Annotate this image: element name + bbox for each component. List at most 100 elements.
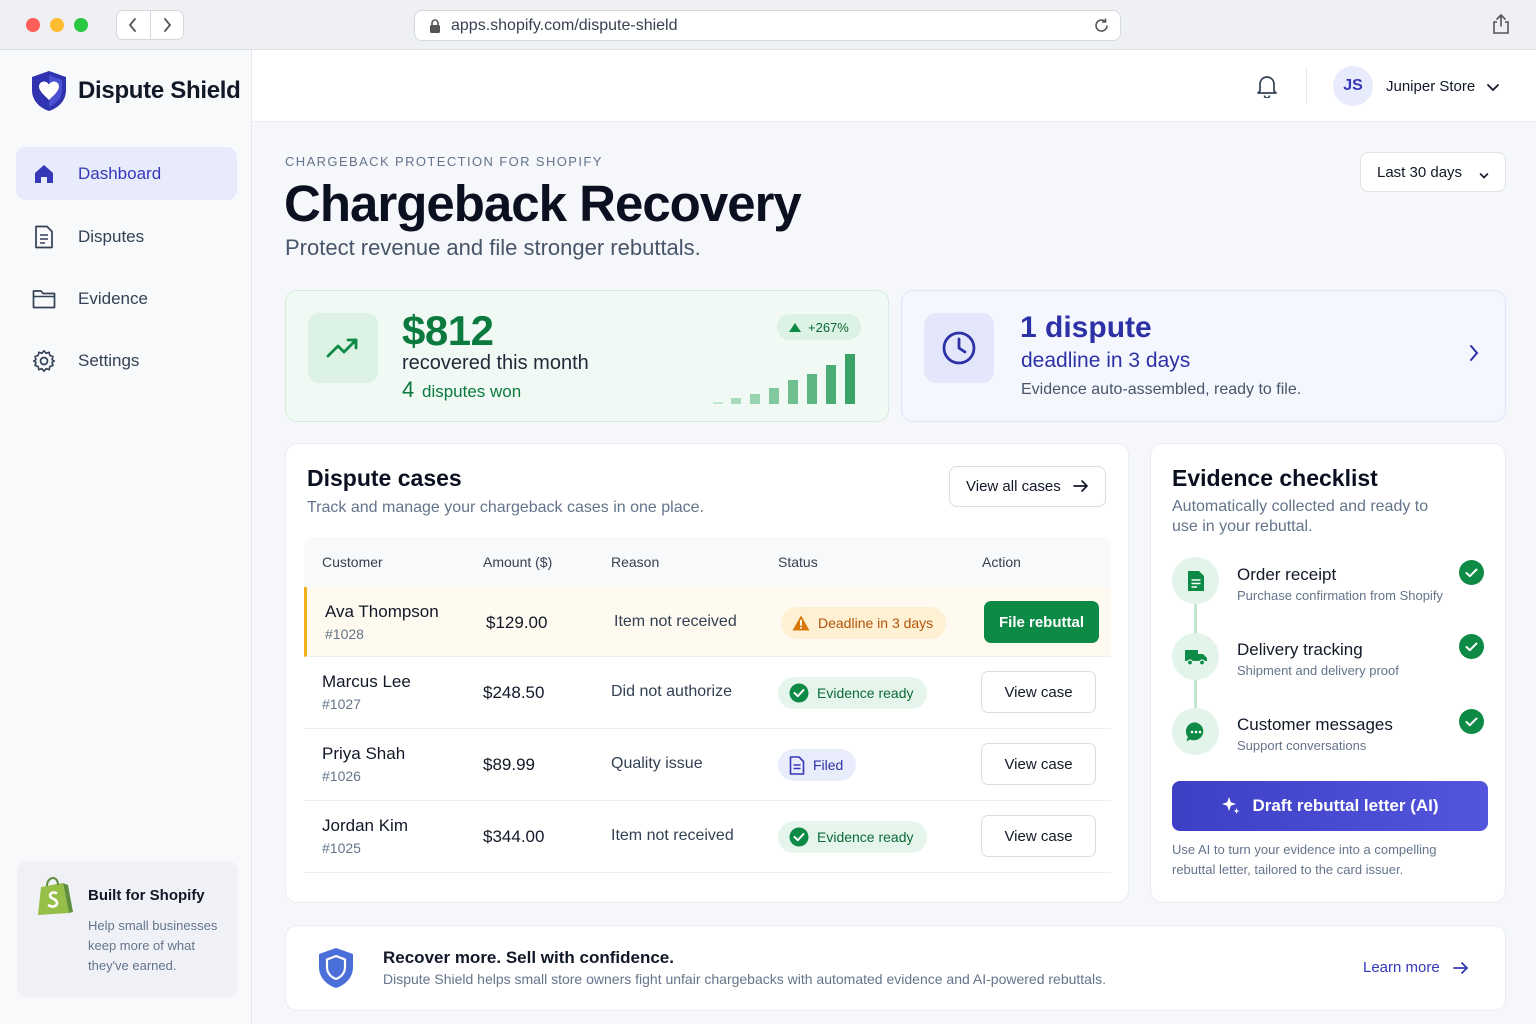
customer-name: Ava Thompson bbox=[325, 602, 439, 621]
file-rebuttal-button[interactable]: File rebuttal bbox=[984, 601, 1099, 643]
page-eyebrow: CHARGEBACK PROTECTION FOR SHOPIFY bbox=[285, 154, 603, 169]
browser-chrome: apps.shopify.com/dispute-shield bbox=[0, 0, 1536, 50]
column-header: Customer bbox=[322, 554, 383, 570]
sidebar-item-disputes[interactable]: Disputes bbox=[16, 210, 237, 263]
reason: Did not authorize bbox=[611, 683, 732, 700]
shopify-promo-card: Built for Shopify Help small businesses … bbox=[17, 861, 238, 997]
table-row[interactable]: Marcus Lee #1027 $248.50 Did not authori… bbox=[304, 657, 1111, 729]
store-name[interactable]: Juniper Store bbox=[1386, 78, 1475, 95]
timeline-connector bbox=[1194, 604, 1197, 634]
learn-more-label: Learn more bbox=[1363, 959, 1440, 976]
status-badge: Evidence ready bbox=[778, 677, 927, 709]
order-id: #1028 bbox=[325, 626, 364, 642]
sidebar-item-label: Disputes bbox=[78, 226, 145, 246]
date-range-select[interactable]: Last 30 days bbox=[1360, 152, 1506, 192]
sidebar: Dispute Shield Dashboard Disputes Eviden… bbox=[0, 50, 252, 1024]
banner-description: Dispute Shield helps small store owners … bbox=[383, 971, 1106, 987]
status-text: Filed bbox=[813, 757, 844, 773]
home-icon bbox=[32, 162, 56, 186]
chevron-right-icon[interactable] bbox=[1468, 343, 1480, 368]
dispute-cases-card: Dispute cases Track and manage your char… bbox=[285, 443, 1129, 903]
deadline-note: Evidence auto-assembled, ready to file. bbox=[1021, 381, 1302, 398]
page-title: Chargeback Recovery bbox=[284, 175, 802, 232]
checklist-item-title: Order receipt bbox=[1237, 565, 1337, 584]
order-id: #1027 bbox=[322, 696, 361, 712]
recovered-amount: $812 bbox=[402, 307, 494, 354]
reload-icon[interactable] bbox=[1093, 17, 1110, 39]
status-text: Evidence ready bbox=[817, 829, 914, 845]
check-icon bbox=[1459, 709, 1484, 734]
arrow-right-icon bbox=[1452, 961, 1469, 975]
info-banner: Recover more. Sell with confidence. Disp… bbox=[285, 925, 1506, 1011]
share-icon[interactable] bbox=[1492, 13, 1510, 40]
folder-icon bbox=[32, 287, 56, 311]
date-range-value: Last 30 days bbox=[1377, 163, 1463, 181]
trend-up-icon bbox=[308, 313, 378, 383]
brand-name: Dispute Shield bbox=[78, 77, 241, 104]
sidebar-item-evidence[interactable]: Evidence bbox=[16, 272, 237, 325]
banner-title: Recover more. Sell with confidence. bbox=[383, 948, 674, 967]
status-badge: Evidence ready bbox=[778, 821, 927, 853]
bell-icon[interactable] bbox=[1256, 74, 1278, 103]
checklist-item-desc: Shipment and delivery proof bbox=[1237, 663, 1399, 678]
cases-subtitle: Track and manage your chargeback cases i… bbox=[307, 499, 704, 516]
deadline-stat-card[interactable]: 1 dispute deadline in 3 days Evidence au… bbox=[901, 290, 1506, 422]
reason: Item not received bbox=[611, 827, 734, 844]
view-case-button[interactable]: View case bbox=[981, 743, 1096, 785]
view-case-button[interactable]: View case bbox=[981, 815, 1096, 857]
won-count: 4 bbox=[402, 377, 415, 402]
check-circle-icon bbox=[789, 683, 809, 703]
back-icon[interactable] bbox=[117, 11, 151, 39]
chevron-down-icon bbox=[1479, 167, 1489, 184]
table-row[interactable]: Jordan Kim #1025 $344.00 Item not receiv… bbox=[304, 801, 1111, 873]
url-text: apps.shopify.com/dispute-shield bbox=[451, 16, 678, 34]
checklist-subtitle: Automatically collected and ready to use… bbox=[1172, 498, 1429, 535]
amount: $248.50 bbox=[483, 683, 545, 702]
checklist-item-title: Delivery tracking bbox=[1237, 640, 1363, 659]
minimize-window-button[interactable] bbox=[50, 18, 64, 32]
sidebar-item-settings[interactable]: Settings bbox=[16, 334, 237, 387]
file-icon bbox=[789, 755, 805, 775]
recovered-label: recovered this month bbox=[402, 352, 589, 374]
brand-logo[interactable]: Dispute Shield bbox=[30, 70, 241, 112]
view-all-cases-button[interactable]: View all cases bbox=[949, 466, 1106, 507]
learn-more-link[interactable]: Learn more bbox=[1363, 959, 1469, 976]
chevron-down-icon[interactable] bbox=[1486, 80, 1500, 98]
promo-body: Help small businesses keep more of what … bbox=[88, 918, 218, 973]
table-row[interactable]: Priya Shah #1026 $89.99 Quality issue Fi… bbox=[304, 729, 1111, 801]
close-window-button[interactable] bbox=[26, 18, 40, 32]
amount: $129.00 bbox=[486, 613, 548, 632]
recovered-stat-card: $812 recovered this month 4 disputes won… bbox=[285, 290, 889, 422]
won-label: disputes won bbox=[421, 382, 522, 401]
sidebar-item-label: Dashboard bbox=[78, 163, 162, 183]
order-id: #1026 bbox=[322, 768, 361, 784]
reason: Item not received bbox=[614, 613, 737, 630]
shield-icon bbox=[316, 946, 356, 995]
customer-name: Marcus Lee bbox=[322, 672, 411, 691]
forward-icon[interactable] bbox=[151, 11, 184, 39]
table-header: Customer Amount ($) Reason Status Action bbox=[304, 537, 1111, 587]
table-row[interactable]: Ava Thompson #1028 $129.00 Item not rece… bbox=[304, 587, 1111, 657]
clock-icon bbox=[924, 313, 994, 383]
address-bar[interactable]: apps.shopify.com/dispute-shield bbox=[414, 10, 1121, 41]
column-header: Amount ($) bbox=[483, 554, 553, 570]
view-case-button[interactable]: View case bbox=[981, 671, 1096, 713]
cases-title: Dispute cases bbox=[307, 465, 462, 491]
checklist-item-title: Customer messages bbox=[1237, 715, 1393, 734]
page-subtitle: Protect revenue and file stronger rebutt… bbox=[285, 235, 701, 260]
checklist-title: Evidence checklist bbox=[1172, 465, 1378, 491]
avatar[interactable]: JS bbox=[1333, 66, 1373, 106]
check-circle-icon bbox=[789, 827, 809, 847]
deadline-detail: deadline in 3 days bbox=[1021, 349, 1191, 372]
shield-logo-icon bbox=[32, 71, 66, 111]
draft-rebuttal-ai-button[interactable]: Draft rebuttal letter (AI) bbox=[1172, 781, 1488, 831]
arrow-right-icon bbox=[1073, 479, 1089, 497]
reason: Quality issue bbox=[611, 755, 703, 772]
promo-title: Built for Shopify bbox=[88, 887, 205, 904]
order-id: #1025 bbox=[322, 840, 361, 856]
status-text: Deadline in 3 days bbox=[818, 615, 934, 631]
status-text: Evidence ready bbox=[817, 685, 914, 701]
chat-bubble-icon bbox=[1172, 708, 1219, 755]
sidebar-item-dashboard[interactable]: Dashboard bbox=[16, 147, 237, 200]
maximize-window-button[interactable] bbox=[74, 18, 88, 32]
